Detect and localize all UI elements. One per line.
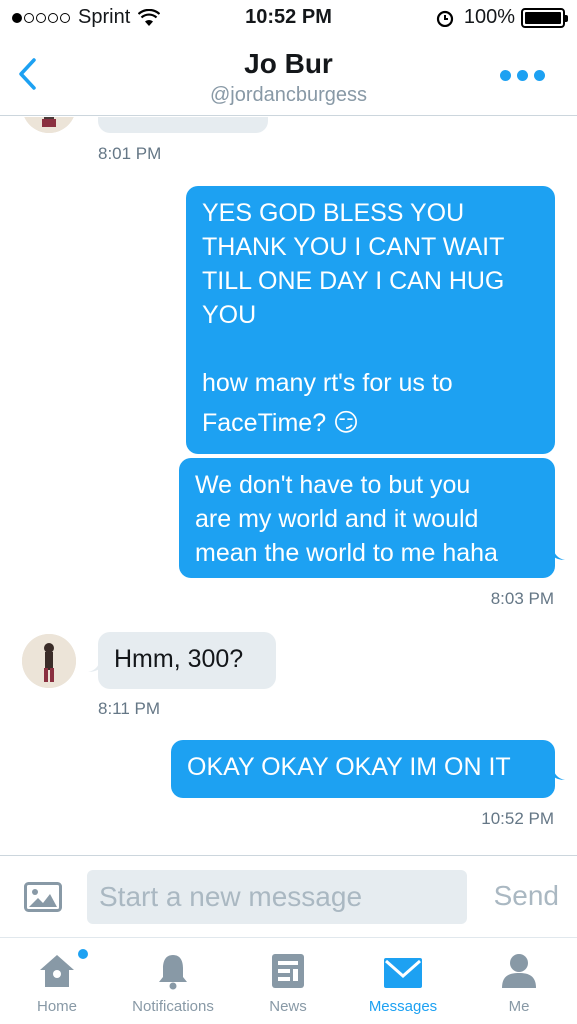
tab-me[interactable]: Me bbox=[472, 938, 566, 1024]
notification-dot bbox=[78, 949, 88, 959]
contact-name[interactable]: Jo Bur bbox=[0, 48, 577, 80]
home-icon bbox=[40, 955, 74, 987]
message-text: how many rt's for us to bbox=[202, 369, 453, 397]
message-timestamp: 8:11 PM bbox=[98, 699, 161, 718]
battery-percent: 100% bbox=[463, 6, 515, 28]
tab-messages[interactable]: Messages bbox=[356, 938, 450, 1024]
message-text: Hmm, 300? bbox=[114, 645, 244, 673]
tab-bar: Home Notifications News Messages Me bbox=[0, 937, 577, 1024]
message-text: YES GOD BLESS YOU bbox=[202, 199, 465, 227]
sent-message-bubble[interactable]: OKAY OKAY OKAY IM ON IT bbox=[171, 740, 555, 798]
bubble-tail bbox=[553, 768, 565, 780]
bubble-tail bbox=[553, 548, 565, 560]
send-button[interactable]: Send bbox=[494, 880, 559, 912]
received-message-bubble[interactable]: Hmm, 300? bbox=[98, 632, 276, 689]
status-bar: Sprint 10:52 PM 100% bbox=[0, 0, 577, 38]
person-icon bbox=[502, 954, 536, 988]
tab-news[interactable]: News bbox=[246, 938, 330, 1024]
compose-bar: Send bbox=[0, 855, 577, 937]
battery-icon bbox=[521, 7, 568, 28]
message-timestamp: 8:01 PM bbox=[98, 144, 162, 163]
tab-label: News bbox=[269, 998, 307, 1015]
tab-label: Messages bbox=[368, 998, 438, 1015]
message-text: are my world and it would bbox=[195, 505, 479, 533]
tab-label: Me bbox=[508, 998, 530, 1015]
alarm-icon bbox=[436, 10, 453, 27]
message-text: mean the world to me haha bbox=[195, 539, 498, 567]
message-text: THANK YOU I CANT WAIT bbox=[202, 233, 505, 261]
message-text: TILL ONE DAY I CAN HUG bbox=[202, 267, 505, 295]
more-options-icon[interactable] bbox=[494, 70, 545, 81]
news-icon bbox=[272, 954, 304, 988]
message-input[interactable] bbox=[87, 870, 467, 924]
tab-label: Home bbox=[36, 998, 77, 1015]
tab-label: Notifications bbox=[132, 998, 214, 1015]
avatar[interactable] bbox=[22, 117, 76, 133]
status-right: 100% bbox=[436, 6, 568, 29]
image-attach-icon[interactable] bbox=[24, 882, 62, 912]
message-thread[interactable]: 8:01 PM YES GOD BLESS YOU THANK YOU I CA… bbox=[0, 117, 577, 855]
contact-handle[interactable]: @jordancburgess bbox=[0, 84, 577, 107]
message-timestamp: 8:03 PM bbox=[490, 589, 554, 608]
received-message-bubble[interactable] bbox=[98, 117, 268, 133]
envelope-icon bbox=[384, 958, 422, 988]
sent-message-bubble[interactable]: YES GOD BLESS YOU THANK YOU I CANT WAIT … bbox=[186, 186, 555, 454]
message-text: OKAY OKAY OKAY IM ON IT bbox=[187, 753, 511, 781]
tab-home[interactable]: Home bbox=[10, 938, 104, 1024]
tab-notifications[interactable]: Notifications bbox=[118, 938, 228, 1024]
sent-message-bubble[interactable]: We don't have to but you are my world an… bbox=[179, 458, 555, 578]
conversation-header: Jo Bur @jordancburgess bbox=[0, 38, 577, 116]
bubble-tail bbox=[88, 660, 100, 672]
message-text: YOU bbox=[202, 301, 257, 329]
message-text: We don't have to but you bbox=[195, 471, 471, 499]
message-text: FaceTime? 😏 bbox=[202, 409, 360, 437]
bell-icon bbox=[159, 955, 187, 990]
message-timestamp: 10:52 PM bbox=[481, 809, 554, 828]
avatar[interactable] bbox=[22, 634, 76, 688]
